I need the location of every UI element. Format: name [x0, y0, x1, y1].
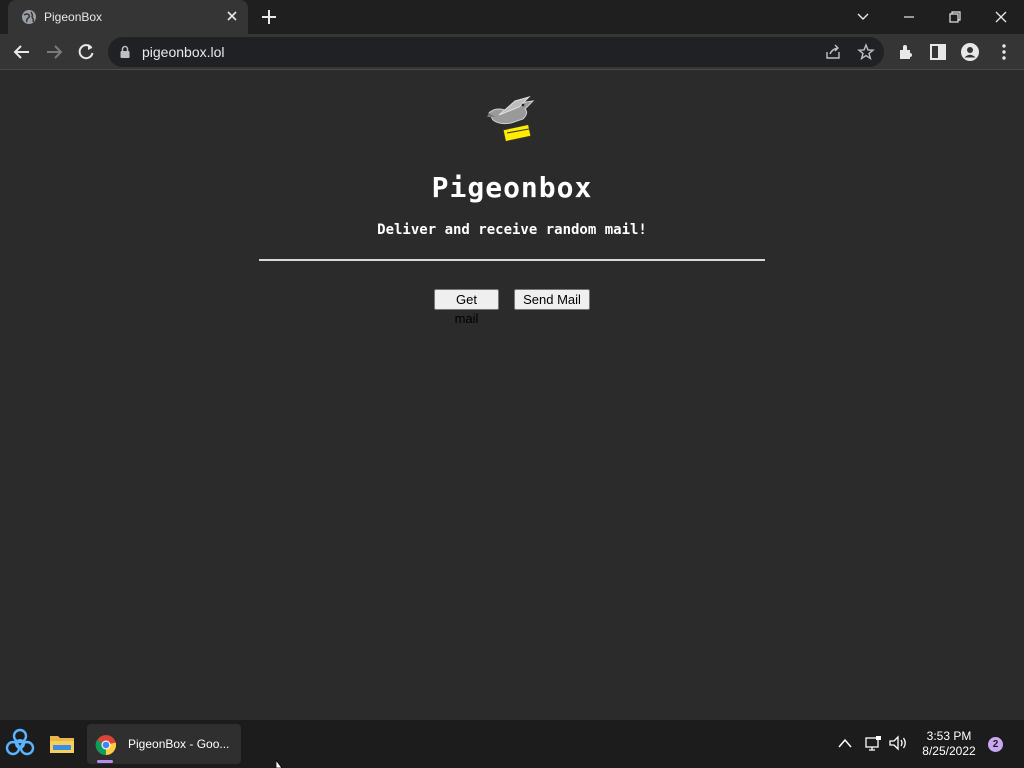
pigeon-logo: [487, 95, 535, 143]
tab-pigeonbox[interactable]: PigeonBox: [8, 0, 248, 34]
page-content: Pigeonbox Deliver and receive random mai…: [0, 71, 1024, 720]
file-explorer-icon[interactable]: [48, 732, 76, 756]
new-tab-icon[interactable]: [260, 8, 278, 26]
page-title: Pigeonbox: [431, 171, 593, 204]
clock-date: 8/25/2022: [922, 744, 976, 758]
clock[interactable]: 3:53 PM 8/25/2022: [920, 729, 978, 759]
volume-icon[interactable]: [888, 734, 908, 752]
side-panel-icon[interactable]: [928, 42, 948, 62]
back-arrow-icon[interactable]: [12, 42, 32, 62]
forward-arrow-icon[interactable]: [44, 42, 64, 62]
send-mail-button[interactable]: Send Mail: [514, 289, 590, 310]
active-app-indicator: [97, 760, 113, 763]
notification-badge[interactable]: 2: [988, 737, 1003, 752]
clock-time: 3:53 PM: [926, 729, 972, 743]
browser-toolbar: pigeonbox.lol: [0, 34, 1024, 70]
share-icon[interactable]: [824, 43, 842, 61]
start-biohazard-icon[interactable]: [4, 728, 36, 760]
taskbar-app-label: PigeonBox - Goo...: [128, 737, 230, 751]
close-tab-icon[interactable]: [224, 8, 240, 24]
extensions-icon[interactable]: [896, 42, 916, 62]
chrome-icon: [95, 735, 117, 756]
get-mail-button[interactable]: Get mail: [434, 289, 499, 326]
tab-title: PigeonBox: [44, 10, 103, 24]
more-menu-icon[interactable]: [994, 42, 1014, 62]
network-icon[interactable]: [864, 734, 882, 752]
minimize-icon[interactable]: [898, 6, 920, 28]
reload-icon[interactable]: [76, 42, 96, 62]
bookmark-star-icon[interactable]: [857, 43, 875, 61]
tab-search-icon[interactable]: [852, 6, 874, 28]
close-window-icon[interactable]: [990, 6, 1012, 28]
divider: [259, 259, 765, 261]
url-text: pigeonbox.lol: [142, 44, 225, 60]
profile-avatar-icon[interactable]: [960, 42, 980, 62]
chevron-up-icon[interactable]: [838, 737, 852, 749]
globe-icon: [22, 10, 36, 24]
lock-icon[interactable]: [118, 45, 132, 59]
taskbar: PigeonBox - Goo... 3:53 PM 8/25/2022 2: [0, 720, 1024, 768]
restore-icon[interactable]: [944, 6, 966, 28]
taskbar-chrome-app[interactable]: PigeonBox - Goo...: [87, 724, 241, 764]
address-bar[interactable]: pigeonbox.lol: [108, 37, 884, 67]
tab-strip: PigeonBox: [0, 0, 1024, 34]
mouse-cursor-icon: [276, 760, 283, 768]
page-subtitle: Deliver and receive random mail!: [377, 222, 647, 238]
